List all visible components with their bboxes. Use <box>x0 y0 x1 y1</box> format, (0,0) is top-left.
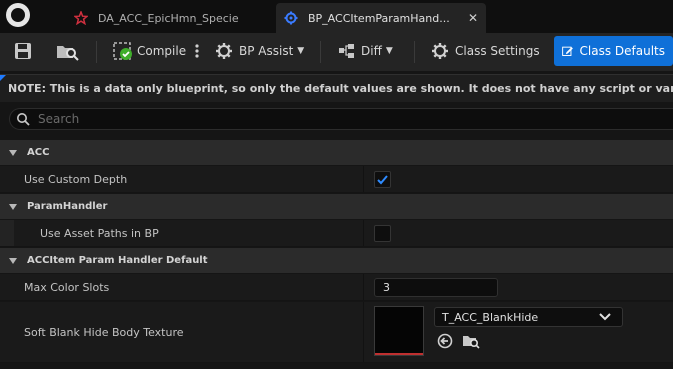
diff-icon <box>339 44 354 58</box>
column-divider <box>363 220 364 246</box>
property-row-use-custom-depth: Use Custom Depth <box>0 166 673 193</box>
edit-defaults-icon <box>562 46 573 56</box>
toolbar-separator <box>320 41 321 63</box>
save-icon <box>15 43 31 59</box>
class-settings-button[interactable]: Class Settings <box>431 36 540 66</box>
column-divider <box>363 166 364 192</box>
category-label: ParamHandler <box>27 201 108 212</box>
compile-icon <box>113 42 132 60</box>
toolbar: Compile BP Assist ▼ Diff ▼ Class Setting… <box>0 33 673 71</box>
use-selected-asset-button[interactable] <box>436 332 454 350</box>
collapse-arrow-icon <box>9 203 17 210</box>
use-selected-arrow-icon <box>437 333 453 349</box>
property-row-soft-blank-hide-body-texture: Soft Blank Hide Body Texture T_ACC_Blank… <box>0 302 673 363</box>
category-accitem-param-handler-default[interactable]: ACCItem Param Handler Default <box>0 248 673 273</box>
collapse-arrow-icon <box>9 257 17 264</box>
tab-bar: DA_ACC_EpicHmn_Specie BP_ACCItemParamHan… <box>0 0 673 33</box>
chevron-down-icon: ▼ <box>385 46 393 56</box>
browse-button[interactable] <box>56 36 80 66</box>
property-label: Use Asset Paths in BP <box>40 226 159 240</box>
property-label: Use Custom Depth <box>24 172 128 186</box>
class-defaults-button[interactable]: Class Defaults <box>554 36 673 66</box>
collapse-arrow-icon <box>9 149 17 156</box>
browse-asset-button[interactable] <box>462 332 480 350</box>
close-icon[interactable]: ✕ <box>468 11 478 25</box>
category-paramhandler[interactable]: ParamHandler <box>0 194 673 219</box>
texture-asset-picker[interactable]: T_ACC_BlankHide <box>434 307 623 327</box>
tab-label: DA_ACC_EpicHmn_Specie <box>98 11 239 25</box>
bp-assist-label: BP Assist <box>239 44 294 58</box>
class-defaults-label: Class Defaults <box>579 44 665 58</box>
category-label: ACC <box>27 147 50 158</box>
diff-button[interactable]: Diff ▼ <box>338 36 393 66</box>
bp-assist-button[interactable]: BP Assist ▼ <box>215 36 304 66</box>
more-vertical-icon <box>195 44 199 58</box>
compile-options-button[interactable] <box>194 36 200 66</box>
browse-icon <box>57 46 79 61</box>
browse-icon <box>463 336 480 349</box>
indent-bar <box>0 220 14 246</box>
tab-data-asset[interactable]: DA_ACC_EpicHmn_Specie <box>66 3 274 33</box>
corner-indicator <box>0 75 6 81</box>
search-box[interactable]: Search <box>9 108 673 130</box>
checkmark-icon <box>377 175 388 185</box>
chevron-down-icon: ▼ <box>297 46 305 56</box>
unreal-logo-icon[interactable] <box>6 3 30 27</box>
data-only-note: NOTE: This is a data only blueprint, so … <box>0 74 673 102</box>
tab-label: BP_ACCItemParamHand... <box>308 11 450 25</box>
toolbar-separator <box>414 41 415 63</box>
diff-label: Diff <box>361 44 382 58</box>
column-divider <box>363 274 364 300</box>
chevron-down-icon <box>599 313 611 321</box>
class-settings-label: Class Settings <box>455 44 540 58</box>
use-asset-paths-checkbox[interactable] <box>374 225 391 242</box>
use-custom-depth-checkbox[interactable] <box>374 171 391 188</box>
texture-type-indicator <box>375 353 423 355</box>
save-button[interactable] <box>13 36 33 66</box>
property-row-use-asset-paths: Use Asset Paths in BP <box>0 220 673 247</box>
data-asset-icon <box>74 11 88 25</box>
property-label: Soft Blank Hide Body Texture <box>24 325 184 339</box>
blueprint-icon <box>284 11 298 25</box>
note-text: NOTE: This is a data only blueprint, so … <box>8 82 673 95</box>
compile-label: Compile <box>137 44 187 58</box>
gear-icon <box>432 43 448 59</box>
category-label: ACCItem Param Handler Default <box>27 255 208 266</box>
texture-thumbnail[interactable] <box>374 306 424 356</box>
property-label: Max Color Slots <box>24 280 110 294</box>
compile-button[interactable]: Compile <box>112 36 186 66</box>
column-divider <box>363 302 364 362</box>
search-icon <box>17 113 30 126</box>
category-acc[interactable]: ACC <box>0 140 673 165</box>
texture-asset-value: T_ACC_BlankHide <box>442 310 539 324</box>
tab-blueprint[interactable]: BP_ACCItemParamHand... ✕ <box>276 3 486 33</box>
max-color-slots-input[interactable]: 3 <box>374 278 498 297</box>
toolbar-separator <box>96 41 97 63</box>
gear-icon <box>216 43 232 59</box>
search-input[interactable]: Search <box>38 112 79 126</box>
property-row-max-color-slots: Max Color Slots 3 <box>0 274 673 301</box>
